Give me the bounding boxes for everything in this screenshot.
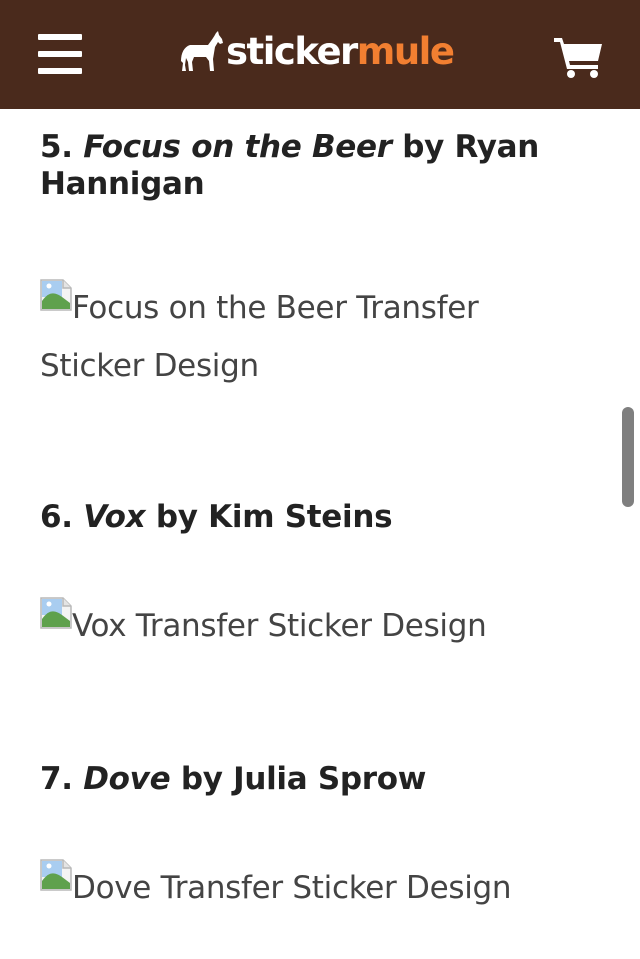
entry-title: 5. Focus on the Beer by Ryan Hannigan: [40, 129, 600, 203]
image-alt-text: Vox Transfer Sticker Design: [72, 608, 487, 644]
stickermule-logo[interactable]: sticker mule: [178, 27, 455, 77]
designer-byline: by Kim Steins: [155, 499, 393, 535]
design-image: Focus on the Beer Transfer Sticker Desig…: [40, 279, 560, 395]
design-title: Dove: [83, 761, 171, 797]
mule-icon: [181, 31, 223, 71]
design-title: Focus on the Beer: [83, 129, 392, 165]
design-title: Vox: [83, 499, 146, 535]
designer-byline: by Julia Sprow: [180, 761, 427, 797]
shopping-cart-icon[interactable]: [554, 36, 604, 78]
entry-number: 6.: [40, 499, 73, 535]
logo-text-sticker: sticker: [226, 30, 358, 73]
broken-image-icon: [40, 859, 72, 891]
image-alt-text: Dove Transfer Sticker Design: [72, 870, 512, 906]
entry-number: 7.: [40, 761, 73, 797]
broken-image-icon: [40, 597, 72, 629]
site-header: sticker mule: [0, 0, 640, 109]
entry-title: 7. Dove by Julia Sprow: [40, 761, 600, 798]
article-content: 5. Focus on the Beer by Ryan Hannigan Fo…: [0, 109, 640, 959]
hamburger-menu-icon[interactable]: [38, 34, 82, 74]
entry-title: 6. Vox by Kim Steins: [40, 499, 600, 536]
entry-number: 5.: [40, 129, 73, 165]
design-image: Vox Transfer Sticker Design: [40, 597, 560, 655]
design-image: Dove Transfer Sticker Design: [40, 859, 560, 917]
logo-text-mule: mule: [356, 30, 455, 73]
image-alt-text: Focus on the Beer Transfer Sticker Desig…: [40, 290, 479, 384]
scrollbar-thumb[interactable]: [622, 407, 634, 507]
broken-image-icon: [40, 279, 72, 311]
